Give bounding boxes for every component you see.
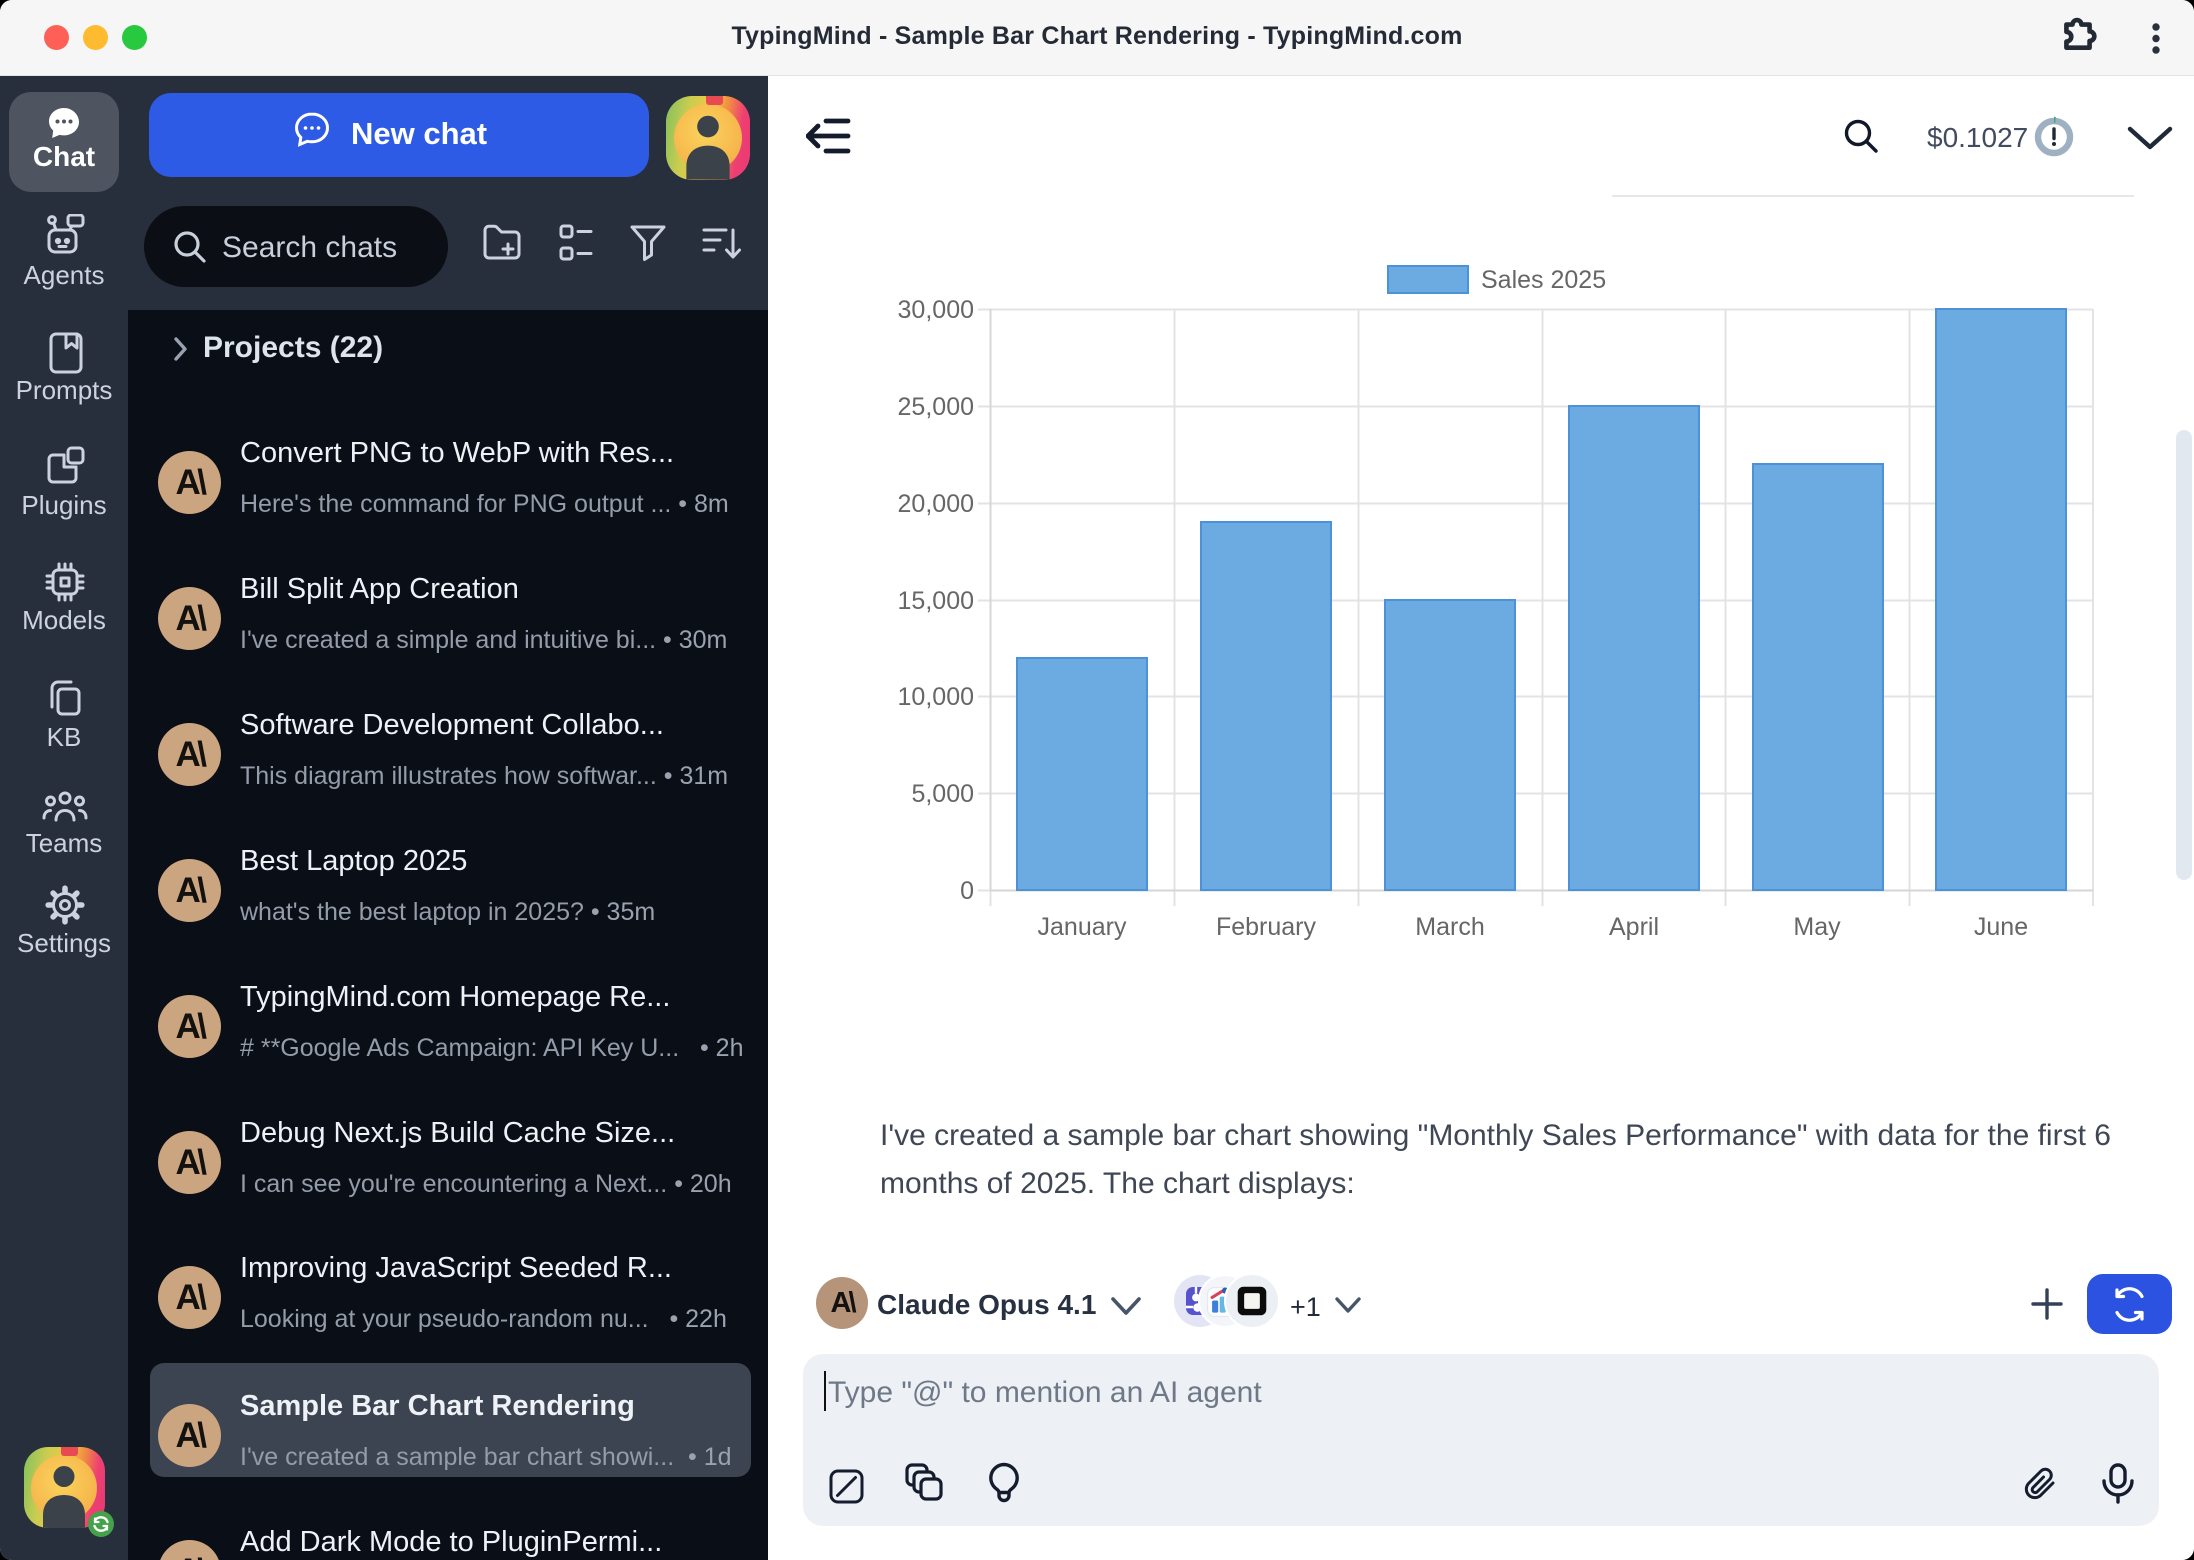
svg-text:15,000: 15,000 xyxy=(898,587,974,615)
svg-text:March: March xyxy=(1415,913,1484,941)
svg-text:0: 0 xyxy=(960,877,974,905)
svg-text:30,000: 30,000 xyxy=(898,296,974,324)
svg-text:January: January xyxy=(1038,913,1127,941)
svg-text:25,000: 25,000 xyxy=(898,393,974,421)
svg-text:Sales 2025: Sales 2025 xyxy=(1481,266,1606,294)
svg-text:February: February xyxy=(1216,913,1317,941)
svg-text:April: April xyxy=(1609,913,1659,941)
svg-text:5,000: 5,000 xyxy=(911,780,974,808)
svg-text:20,000: 20,000 xyxy=(898,490,974,518)
svg-text:10,000: 10,000 xyxy=(898,683,974,711)
svg-text:June: June xyxy=(1974,913,2028,941)
svg-text:May: May xyxy=(1793,913,1841,941)
